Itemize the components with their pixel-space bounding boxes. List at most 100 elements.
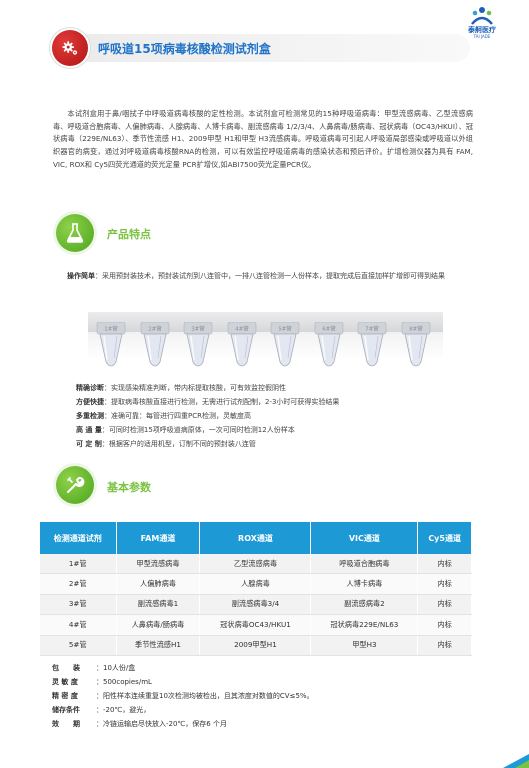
table-cell: 人偏肺病毒 — [116, 573, 201, 595]
spec-item: 包 装 ：10人份/盒 — [52, 661, 482, 675]
spec-label: 精 密 度 — [52, 692, 78, 700]
table-row: 5#管 季节性流感H1 2009甲型H1 甲型H3 内标 — [40, 635, 472, 656]
table-row: 1#管 甲型流感病毒 乙型流感病毒 呼吸道合胞病毒 内标 — [40, 554, 472, 575]
table-cell: 人博卡病毒 — [310, 573, 419, 595]
gear-icon — [62, 41, 78, 55]
spec-item: 储存条件 ：-20℃，避光， — [52, 703, 482, 717]
operation-text: ：采用预封装技术，预封装试剂到八连管中，一排八连管检测一人份样本，提取完成后直接… — [95, 272, 445, 280]
pcr-tube: 7#管 — [357, 322, 387, 367]
table-cell: 季节性流感H1 — [116, 635, 201, 656]
brand-name: 泰舸医疗 — [468, 26, 496, 34]
spec-item: 精 密 度 ：阳性样本连续重复10次检测均被检出，且其浓度对数值的CV≤5%。 — [52, 689, 482, 703]
feature-item: 多重检测：准确可靠：每管进行四重PCR检测，灵敏度高 — [76, 409, 476, 423]
table-header-cell: 检测通道试剂 — [40, 522, 117, 554]
table-cell: 副流感病毒2 — [310, 594, 419, 616]
table-cell: 2#管 — [40, 573, 117, 595]
table-cell: 呼吸道合胞病毒 — [310, 554, 419, 575]
table-cell: 甲型H3 — [310, 635, 419, 656]
feature-label: 可 定 制 — [76, 440, 102, 448]
spec-value: ：500copies/mL — [96, 678, 152, 686]
spec-label: 效 期 — [52, 720, 80, 728]
spec-item: 效 期 ：冷链运输启尽快放入-20℃，保存6 个月 — [52, 717, 482, 731]
table-cell: 人腺病毒 — [199, 573, 312, 595]
page-title: 呼吸道15项病毒核酸检测试剂盒 — [98, 42, 271, 56]
spec-value: ：阳性样本连续重复10次检测均被检出，且其浓度对数值的CV≤5%。 — [96, 692, 314, 700]
spec-value: ：10人份/盒 — [96, 664, 136, 672]
table-cell: 内标 — [417, 573, 472, 595]
corner-decoration — [503, 754, 529, 768]
pcr-tube: 3#管 — [183, 322, 213, 367]
table-cell: 副流感病毒3/4 — [199, 594, 312, 616]
pcr-tube: 4#管 — [227, 322, 256, 367]
table-cell: 人鼻病毒/肠病毒 — [116, 614, 201, 636]
table-cell: 内标 — [417, 635, 472, 656]
spec-label: 灵 敏 度 — [52, 678, 78, 686]
feature-list: 精确诊断：实现感染精准判断，带内标提取核酸，可有效监控假阴性 方便快捷：提取病毒… — [76, 381, 476, 451]
table-cell: 冠状病毒229E/NL63 — [310, 614, 419, 636]
parameter-table: 检测通道试剂 FAM通道 ROX通道 VIC通道 Cy5通道 1#管 甲型流感病… — [40, 522, 472, 656]
feature-label: 精确诊断 — [76, 384, 104, 392]
feature-item: 高 通 量：可同时检测15项呼吸道病原体，一次可同时检测12人份样本 — [76, 423, 476, 437]
spec-label: 包 装 — [52, 664, 80, 672]
table-cell: 5#管 — [40, 635, 117, 656]
table-cell: 乙型流感病毒 — [199, 554, 312, 575]
wrench-icon — [67, 477, 85, 493]
operation-label: 操作简单 — [67, 272, 95, 280]
feature-item: 精确诊断：实现感染精准判断，带内标提取核酸，可有效监控假阴性 — [76, 381, 476, 395]
people-logo-icon — [471, 7, 493, 25]
table-header-cell: FAM通道 — [116, 522, 201, 554]
table-cell: 2009甲型H1 — [199, 635, 312, 656]
table-cell: 4#管 — [40, 614, 117, 636]
intro-paragraph: 本试剂盒用于鼻/咽拭子中呼吸道病毒核酸的定性检测。本试剂盒可检测常见的15种呼吸… — [53, 109, 473, 169]
spec-list: 包 装 ：10人份/盒 灵 敏 度 ：500copies/mL 精 密 度 ：阳性样本… — [52, 661, 482, 731]
feature-label: 高 通 量 — [76, 426, 102, 434]
spec-value: ：冷链运输启尽快放入-20℃，保存6 个月 — [96, 720, 227, 728]
feature-text: ：提取病毒核酸直接进行检测，无需进行试剂配制，2-3小时可获得实验结果 — [104, 398, 340, 406]
tube-label: 7#管 — [365, 325, 379, 333]
feature-text: ：可同时检测15项呼吸道病原体，一次可同时检测12人份样本 — [101, 426, 295, 434]
table-cell: 副流感病毒1 — [116, 594, 201, 616]
features-section-title: 产品特点 — [107, 228, 151, 241]
eight-strip-tube-photo: 1#管 2#管 3#管 4#管 5#管 6#管 7#管 8#管 — [88, 312, 443, 372]
pcr-tube: 8#管 — [401, 322, 430, 367]
feature-text: ：实现感染精准判断，带内标提取核酸，可有效监控假阴性 — [104, 384, 286, 392]
table-cell: 冠状病毒OC43/HKU1 — [199, 614, 312, 636]
table-cell: 内标 — [417, 614, 472, 636]
pcr-tube: 1#管 — [96, 322, 126, 367]
pcr-tube: 6#管 — [314, 322, 343, 367]
params-section-icon — [56, 466, 94, 504]
pcr-tube: 2#管 — [140, 322, 169, 367]
table-row: 3#管 副流感病毒1 副流感病毒3/4 副流感病毒2 内标 — [40, 594, 472, 616]
spec-item: 灵 敏 度 ：500copies/mL — [52, 675, 482, 689]
feature-label: 方便快捷 — [76, 398, 104, 406]
flask-icon — [66, 223, 84, 243]
product-brochure-page: 泰舸医疗 TAI JADE 呼吸道15项病毒核酸检测试剂盒 本试剂盒用于鼻/咽拭… — [0, 0, 529, 768]
tube-label: 4#管 — [235, 325, 249, 333]
title-badge — [52, 30, 88, 66]
spec-label: 储存条件 — [52, 706, 80, 714]
spec-value: ：-20℃，避光， — [96, 706, 151, 714]
tube-label: 5#管 — [278, 325, 292, 333]
tube-label: 2#管 — [148, 325, 162, 333]
tube-label: 8#管 — [409, 325, 423, 333]
tube-label: 1#管 — [104, 325, 118, 333]
feature-text: ：根据客户的适用机型，订制不同的预封装八连管 — [101, 440, 256, 448]
table-header-cell: Cy5通道 — [417, 522, 472, 554]
feature-label: 多重检测 — [76, 412, 104, 420]
table-row: 4#管 人鼻病毒/肠病毒 冠状病毒OC43/HKU1 冠状病毒229E/NL63… — [40, 614, 472, 636]
table-cell: 内标 — [417, 594, 472, 616]
features-section-icon — [56, 214, 94, 252]
table-cell: 甲型流感病毒 — [116, 554, 201, 575]
feature-text: ：准确可靠：每管进行四重PCR检测，灵敏度高 — [104, 412, 251, 420]
table-header-cell: VIC通道 — [310, 522, 419, 554]
tube-label: 6#管 — [322, 325, 336, 333]
feature-item: 方便快捷：提取病毒核酸直接进行检测，无需进行试剂配制，2-3小时可获得实验结果 — [76, 395, 476, 409]
table-cell: 内标 — [417, 554, 472, 575]
table-header-cell: ROX通道 — [199, 522, 312, 554]
pcr-tube: 5#管 — [270, 322, 300, 367]
operation-description: 操作简单：采用预封装技术，预封装试剂到八连管中，一排八连管检测一人份样本，提取完… — [53, 270, 473, 282]
table-row: 2#管 人偏肺病毒 人腺病毒 人博卡病毒 内标 — [40, 573, 472, 595]
params-section-title: 基本参数 — [107, 481, 151, 494]
table-header-row: 检测通道试剂 FAM通道 ROX通道 VIC通道 Cy5通道 — [40, 522, 472, 554]
table-cell: 1#管 — [40, 554, 117, 575]
